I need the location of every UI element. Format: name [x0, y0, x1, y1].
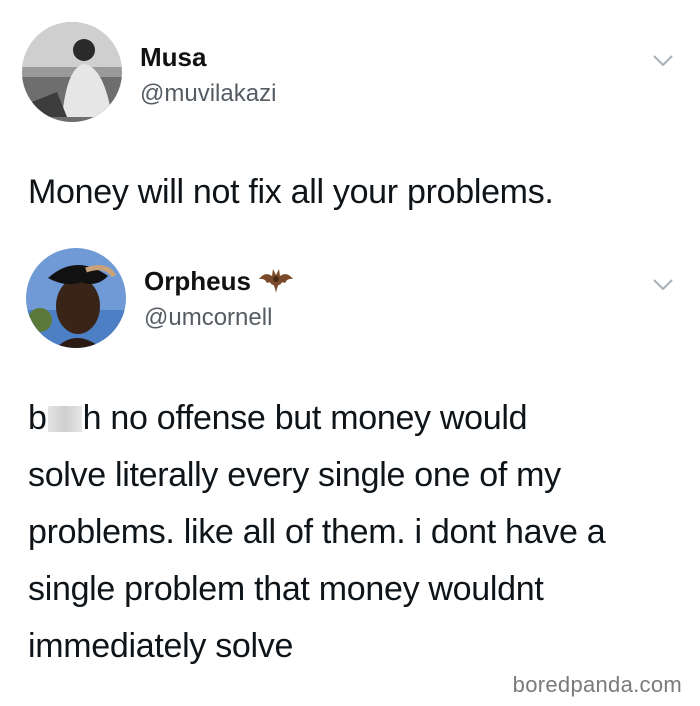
user-handle[interactable]: @umcornell [144, 304, 272, 332]
watermark: boredpanda.com [512, 672, 682, 697]
tweet-text: b h no offense but money would solve lite… [28, 390, 680, 675]
avatar[interactable] [26, 248, 126, 348]
chevron-down-icon[interactable] [652, 278, 674, 292]
tweet-text-rest: solve literally every single one of my p… [28, 456, 606, 665]
tweet-orpheus: Orpheus @umcornell b h no offense but mon… [0, 0, 700, 706]
censor-bar [47, 406, 82, 432]
display-name[interactable]: Orpheus [144, 266, 293, 297]
tweet-text-prefix: b [28, 399, 47, 437]
avatar-photo [26, 248, 126, 348]
tweet-text-first-line: h no offense but money would [82, 399, 528, 437]
bat-icon [258, 268, 293, 293]
